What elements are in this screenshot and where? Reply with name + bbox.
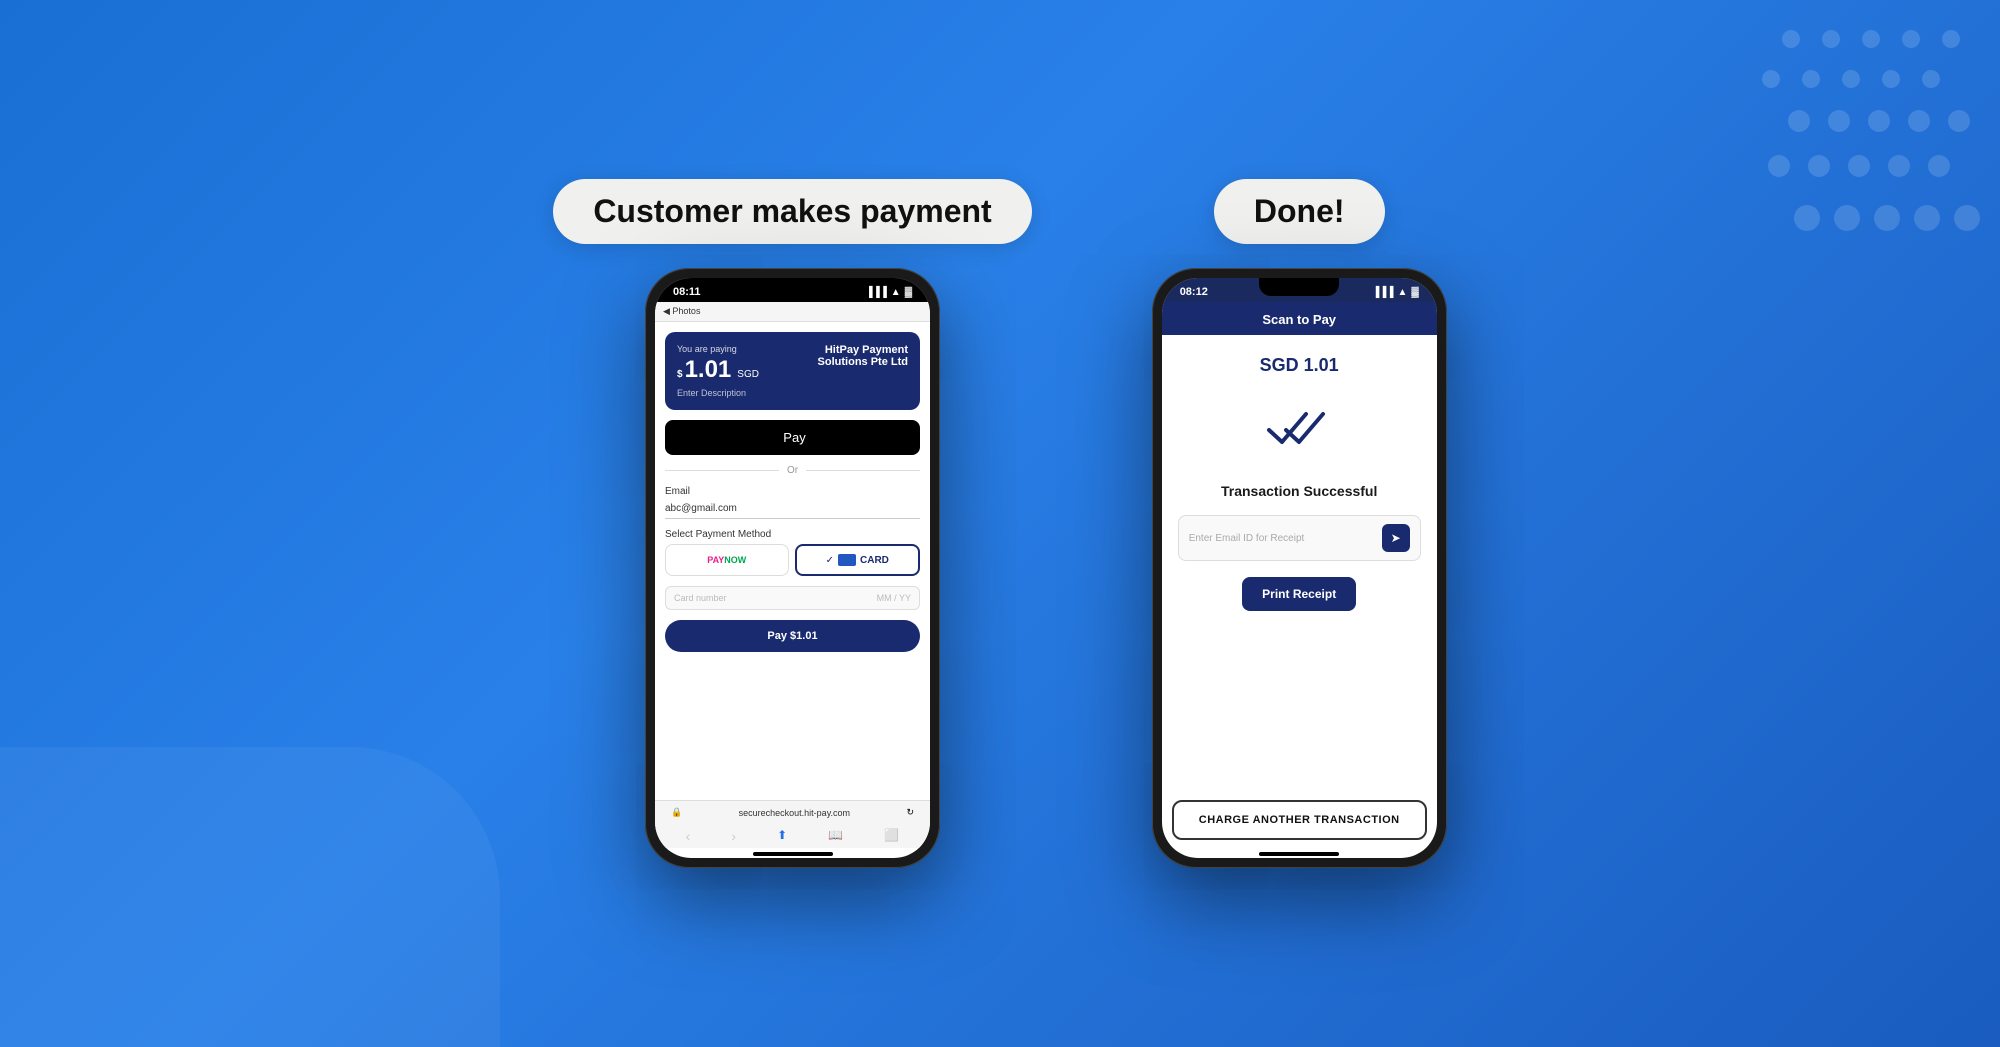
dollar-sign: $ [677, 369, 683, 380]
browser-url: securecheckout.hit-pay.com [682, 808, 906, 818]
email-field-group: Email abc@gmail.com [665, 486, 920, 519]
email-label: Email [665, 486, 920, 497]
main-scene: Customer makes payment 08:11 ▐▐▐ ▲ ▓ ◀ P… [0, 0, 2000, 1047]
or-line-right [806, 470, 920, 471]
paynow-button[interactable]: PAY NOW [665, 544, 789, 576]
left-label: Customer makes payment [553, 179, 1031, 244]
charge-another-button[interactable]: CHARGE ANOTHER TRANSACTION [1172, 800, 1427, 840]
payment-header-card: You are paying $ 1.01 SGD Enter Descript… [665, 332, 920, 410]
success-content: SGD 1.01 Transaction Successful Enter Em… [1162, 335, 1437, 800]
apple-pay-button[interactable]: Pay [665, 420, 920, 455]
time-left: 08:11 [673, 286, 701, 298]
card-label: CARD [860, 555, 889, 566]
card-expiry: MM / YY [877, 593, 911, 603]
or-text: Or [787, 465, 798, 476]
payment-methods-group: Select Payment Method PAY NOW ✓ CARD [665, 529, 920, 576]
back-label: ◀ Photos [663, 306, 700, 317]
email-receipt-row[interactable]: Enter Email ID for Receipt ➤ [1178, 515, 1421, 561]
right-panel: Done! 08:12 ▐▐▐ ▲ ▓ Scan to Pay SGD [1152, 179, 1447, 868]
card-number-row[interactable]: Card number MM / YY [665, 586, 920, 610]
phone-right-inner: 08:12 ▐▐▐ ▲ ▓ Scan to Pay SGD 1.01 [1162, 278, 1437, 858]
share-icon[interactable]: ⬆ [777, 828, 787, 844]
right-label: Done! [1214, 179, 1385, 244]
payment-method-label: Select Payment Method [665, 529, 920, 540]
scan-to-pay-bar: Scan to Pay [1162, 302, 1437, 335]
check-icon: ✓ [826, 555, 834, 566]
card-number-placeholder: Card number [674, 593, 727, 603]
safari-nav: ‹ › ⬆ 📖 ⬜ [655, 824, 930, 848]
notch-left [753, 278, 833, 296]
tabs-icon[interactable]: ⬜ [884, 828, 899, 844]
signal-icon-right: ▐▐▐ [1372, 287, 1393, 298]
browser-bottom: 🔒 securecheckout.hit-pay.com ↻ [655, 800, 930, 824]
card-icon [838, 554, 856, 566]
browser-back-bar: ◀ Photos [655, 302, 930, 322]
battery-icon-right: ▓ [1411, 287, 1418, 298]
apple-pay-label: Pay [783, 430, 805, 445]
status-icons-right: ▐▐▐ ▲ ▓ [1372, 287, 1418, 298]
transaction-success-text: Transaction Successful [1221, 483, 1377, 499]
success-checkmark-svg [1264, 402, 1334, 452]
sgd-amount: SGD 1.01 [1260, 355, 1339, 376]
refresh-icon[interactable]: ↻ [906, 807, 914, 818]
email-input[interactable]: abc@gmail.com [665, 499, 920, 519]
forward-nav-icon[interactable]: › [731, 828, 736, 844]
email-receipt-placeholder: Enter Email ID for Receipt [1189, 533, 1305, 544]
phone-right: 08:12 ▐▐▐ ▲ ▓ Scan to Pay SGD 1.01 [1152, 268, 1447, 868]
card-button[interactable]: ✓ CARD [795, 544, 921, 576]
home-indicator-left [753, 852, 833, 856]
merchant-info: HitPay Payment Solutions Pte Ltd [818, 344, 908, 368]
or-line-left [665, 470, 779, 471]
back-nav-icon[interactable]: ‹ [686, 828, 691, 844]
print-receipt-button[interactable]: Print Receipt [1242, 577, 1356, 611]
double-check-icon [1264, 402, 1334, 457]
signal-icon: ▐▐▐ [866, 287, 887, 298]
status-icons-left: ▐▐▐ ▲ ▓ [866, 287, 912, 298]
pay-button[interactable]: Pay $1.01 [665, 620, 920, 652]
description-placeholder: Enter Description [677, 388, 759, 398]
phone-left-inner: 08:11 ▐▐▐ ▲ ▓ ◀ Photos You [655, 278, 930, 858]
left-panel: Customer makes payment 08:11 ▐▐▐ ▲ ▓ ◀ P… [553, 179, 1031, 868]
home-indicator-right [1259, 852, 1339, 856]
paying-label: You are paying [677, 344, 759, 354]
notch-right [1259, 278, 1339, 296]
phone-left: 08:11 ▐▐▐ ▲ ▓ ◀ Photos You [645, 268, 940, 868]
send-email-button[interactable]: ➤ [1382, 524, 1410, 552]
wifi-icon: ▲ [891, 287, 901, 298]
payment-content: You are paying $ 1.01 SGD Enter Descript… [655, 322, 930, 800]
lock-icon: 🔒 [671, 807, 682, 818]
amount-value: 1.01 [685, 356, 732, 384]
amount-row: $ 1.01 SGD [677, 356, 759, 384]
send-icon: ➤ [1391, 531, 1401, 545]
merchant-line2: Solutions Pte Ltd [818, 356, 908, 368]
paynow-label: PAY [707, 555, 724, 565]
time-right: 08:12 [1180, 286, 1208, 298]
merchant-line1: HitPay Payment [818, 344, 908, 356]
bookmarks-icon[interactable]: 📖 [828, 828, 843, 844]
battery-icon: ▓ [905, 287, 912, 298]
paynow-now: NOW [724, 555, 746, 565]
currency: SGD [737, 369, 759, 380]
wifi-icon-right: ▲ [1397, 287, 1407, 298]
payment-methods-row: PAY NOW ✓ CARD [665, 544, 920, 576]
or-divider: Or [665, 465, 920, 476]
header-left: You are paying $ 1.01 SGD Enter Descript… [677, 344, 759, 398]
